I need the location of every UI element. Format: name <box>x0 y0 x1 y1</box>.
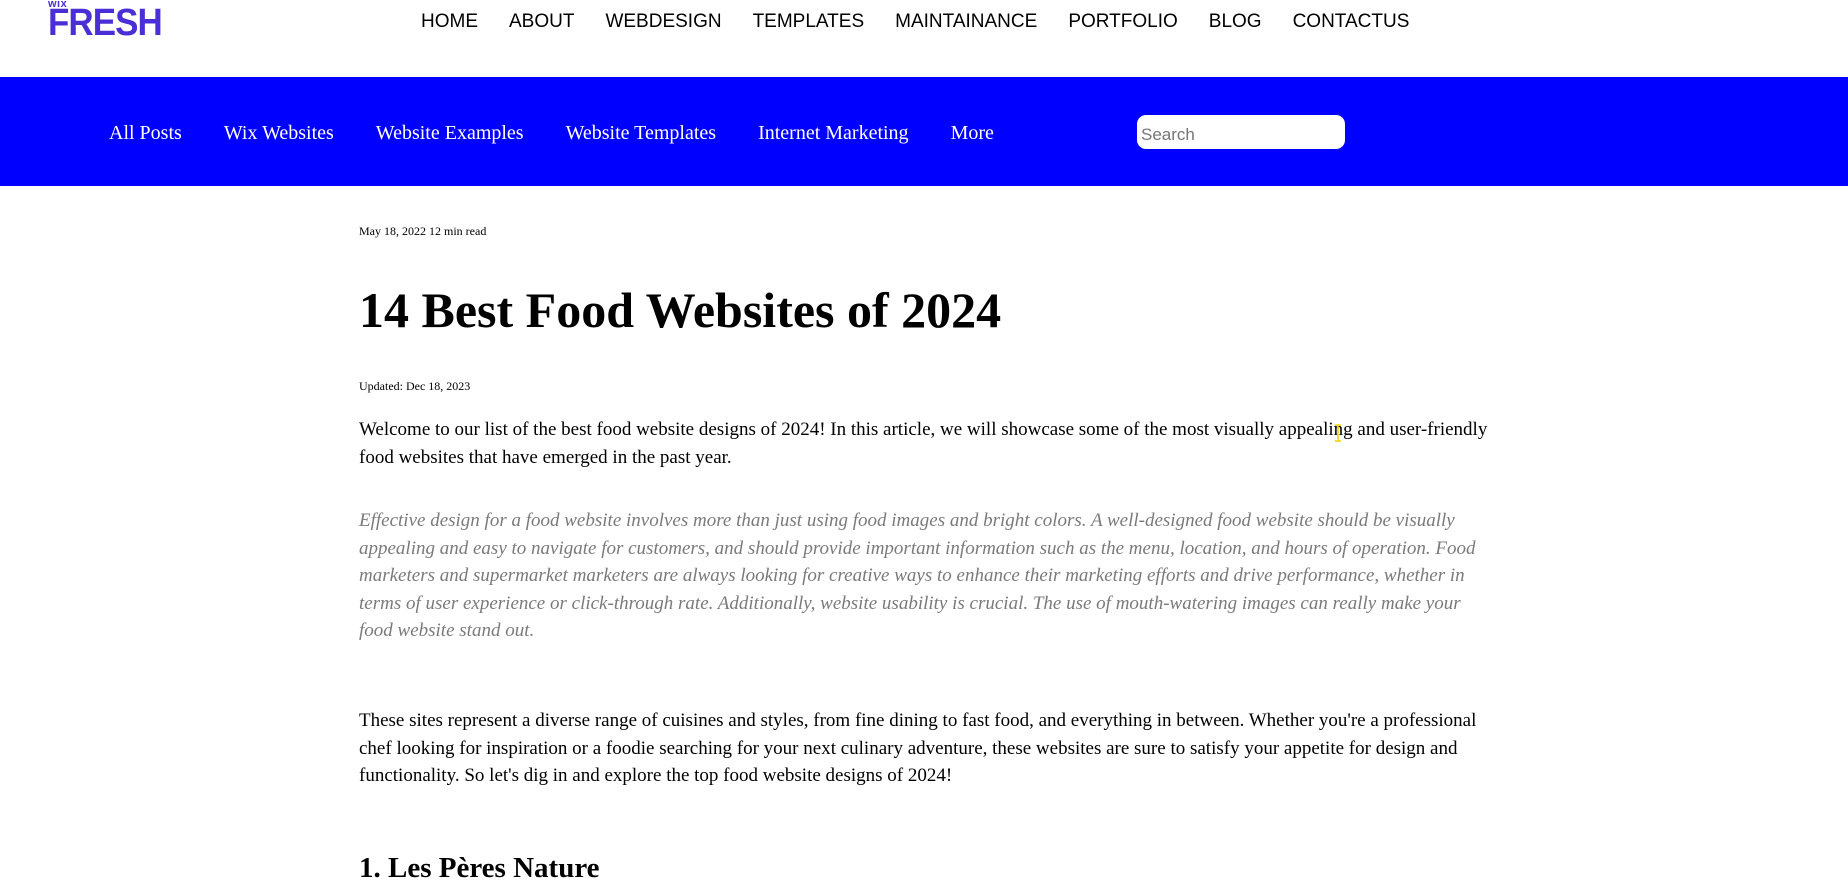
search-input[interactable] <box>1137 115 1345 149</box>
quote-paragraph: Effective design for a food website invo… <box>359 510 1476 641</box>
nav-maintainance[interactable]: MAINTAINANCE <box>895 10 1037 34</box>
nav-home[interactable]: HOME <box>421 10 478 34</box>
category-internet-marketing[interactable]: Internet Marketing <box>758 121 909 145</box>
category-wix-websites[interactable]: Wix Websites <box>224 121 334 145</box>
category-website-templates[interactable]: Website Templates <box>566 121 716 145</box>
intro-paragraph: Welcome to our list of the best food web… <box>359 419 1488 468</box>
main-nav: HOME ABOUT WEBDESIGN TEMPLATES MAINTAINA… <box>421 10 1409 34</box>
category-nav: All Posts Wix Websites Website Examples … <box>109 121 994 145</box>
nav-about[interactable]: ABOUT <box>509 10 574 34</box>
nav-webdesign[interactable]: WEBDESIGN <box>605 10 721 34</box>
body-paragraph: These sites represent a diverse range of… <box>359 710 1477 786</box>
section-heading: 1. Les Pères Nature <box>359 852 600 880</box>
nav-blog[interactable]: BLOG <box>1209 10 1262 34</box>
nav-contactus[interactable]: CONTACTUS <box>1293 10 1410 34</box>
category-website-examples[interactable]: Website Examples <box>376 121 524 145</box>
blog-category-bar: All Posts Wix Websites Website Examples … <box>0 77 1848 186</box>
post-meta: May 18, 2022 12 min read <box>359 224 487 238</box>
site-logo[interactable]: wix FRESH <box>48 0 178 44</box>
site-header: wix FRESH HOME ABOUT WEBDESIGN TEMPLATES… <box>0 0 1848 77</box>
post-updated-date: Updated: Dec 18, 2023 <box>359 379 471 393</box>
category-more[interactable]: More <box>951 121 994 145</box>
category-all-posts[interactable]: All Posts <box>109 121 182 145</box>
nav-portfolio[interactable]: PORTFOLIO <box>1068 10 1177 34</box>
nav-templates[interactable]: TEMPLATES <box>753 10 865 34</box>
logo-fresh-text: FRESH <box>48 2 163 44</box>
text-cursor-icon <box>1335 424 1341 442</box>
post-title: 14 Best Food Websites of 2024 <box>359 282 1002 338</box>
